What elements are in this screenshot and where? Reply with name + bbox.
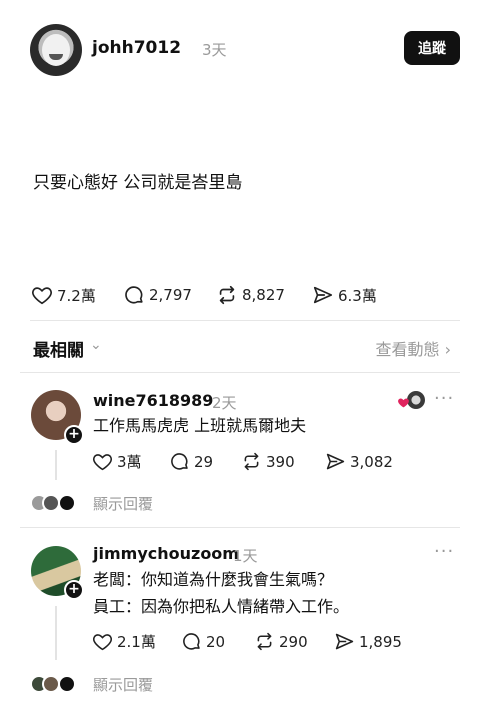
repost-count: 390 xyxy=(266,452,295,471)
comment-icon xyxy=(183,633,200,650)
like-count: 3萬 xyxy=(117,453,142,471)
comment-button[interactable]: 20 xyxy=(181,631,254,652)
avatar-face xyxy=(42,34,70,66)
comment-actions: 2.1萬 20 290 1,895 xyxy=(92,631,414,652)
repost-button[interactable]: 290 xyxy=(254,631,334,652)
plus-icon[interactable]: + xyxy=(64,425,84,445)
share-button[interactable]: 1,895 xyxy=(334,631,414,652)
view-activity-link[interactable]: 查看動態 › xyxy=(376,336,452,360)
sort-label[interactable]: 最相關 xyxy=(33,336,84,361)
comment-icon xyxy=(171,453,188,470)
share-count: 3,082 xyxy=(350,452,393,471)
avatar[interactable] xyxy=(30,24,82,76)
comment-time: 1天 xyxy=(233,547,258,565)
like-button[interactable]: 3萬 xyxy=(92,451,169,472)
share-button[interactable]: 6.3萬 xyxy=(312,284,382,306)
plus-icon[interactable]: + xyxy=(64,580,84,600)
post-time: 3天 xyxy=(202,41,227,59)
follow-button[interactable]: 追蹤 xyxy=(404,31,460,65)
comment-username[interactable]: wine7618989 xyxy=(93,391,213,410)
post-username[interactable]: johh7012 xyxy=(92,38,181,58)
more-icon[interactable]: ··· xyxy=(434,388,454,409)
heart-icon xyxy=(93,634,112,651)
post-header: johh7012 3天 追蹤 xyxy=(30,24,460,76)
share-count: 1,895 xyxy=(359,632,402,651)
mini-avatar xyxy=(58,675,76,693)
reply-avatars[interactable] xyxy=(30,675,80,693)
chevron-down-icon[interactable]: ⌄ xyxy=(90,337,102,353)
comment-text-line1: 老闆：你知道為什麼我會生氣嗎？ xyxy=(93,570,334,589)
thread-line xyxy=(55,606,57,660)
repost-icon xyxy=(244,452,259,471)
comment-icon xyxy=(125,286,143,304)
heart-icon xyxy=(93,454,112,471)
comment-button[interactable]: 2,797 xyxy=(123,284,216,306)
like-count: 2.1萬 xyxy=(117,633,156,651)
show-replies-link[interactable]: 顯示回覆 xyxy=(93,493,153,514)
liked-by-author-badge xyxy=(397,391,425,409)
comment-time: 2天 xyxy=(212,394,237,412)
share-count: 6.3萬 xyxy=(338,286,377,305)
reply-avatars[interactable] xyxy=(30,494,80,512)
like-button[interactable]: 7.2萬 xyxy=(31,284,123,306)
comment-text-line2: 員工：因為你把私人情緒帶入工作。 xyxy=(93,597,350,616)
divider xyxy=(20,372,460,373)
share-icon xyxy=(335,633,354,650)
show-replies-link[interactable]: 顯示回覆 xyxy=(93,674,153,695)
more-icon[interactable]: ··· xyxy=(434,541,454,562)
repost-icon xyxy=(219,285,235,305)
comment-username[interactable]: jimmychouzoom xyxy=(93,544,239,563)
share-icon xyxy=(313,286,333,304)
mini-avatar xyxy=(58,494,76,512)
post-actions: 7.2萬 2,797 8,827 6.3萬 xyxy=(31,284,382,306)
repost-button[interactable]: 8,827 xyxy=(216,284,312,306)
share-button[interactable]: 3,082 xyxy=(325,451,405,472)
comment-text: 工作馬馬虎虎 上班就馬爾地夫 xyxy=(93,416,307,435)
repost-icon xyxy=(257,632,272,651)
divider xyxy=(20,527,460,528)
heart-icon xyxy=(32,287,52,305)
repost-button[interactable]: 390 xyxy=(241,451,325,472)
comment-count: 20 xyxy=(206,632,226,651)
divider xyxy=(30,320,460,321)
share-icon xyxy=(326,453,345,470)
comment-actions: 3萬 29 390 3,082 xyxy=(92,451,405,472)
like-count: 7.2萬 xyxy=(57,286,96,305)
repost-count: 290 xyxy=(279,632,308,651)
comment-button[interactable]: 29 xyxy=(169,451,241,472)
post-text: 只要心態好 公司就是峇里島 xyxy=(33,173,243,193)
comment-count: 29 xyxy=(194,452,214,471)
like-button[interactable]: 2.1萬 xyxy=(92,631,181,652)
comment-count: 2,797 xyxy=(149,286,192,304)
thread-line xyxy=(55,450,57,480)
repost-count: 8,827 xyxy=(242,286,285,304)
heart-icon xyxy=(398,398,409,408)
